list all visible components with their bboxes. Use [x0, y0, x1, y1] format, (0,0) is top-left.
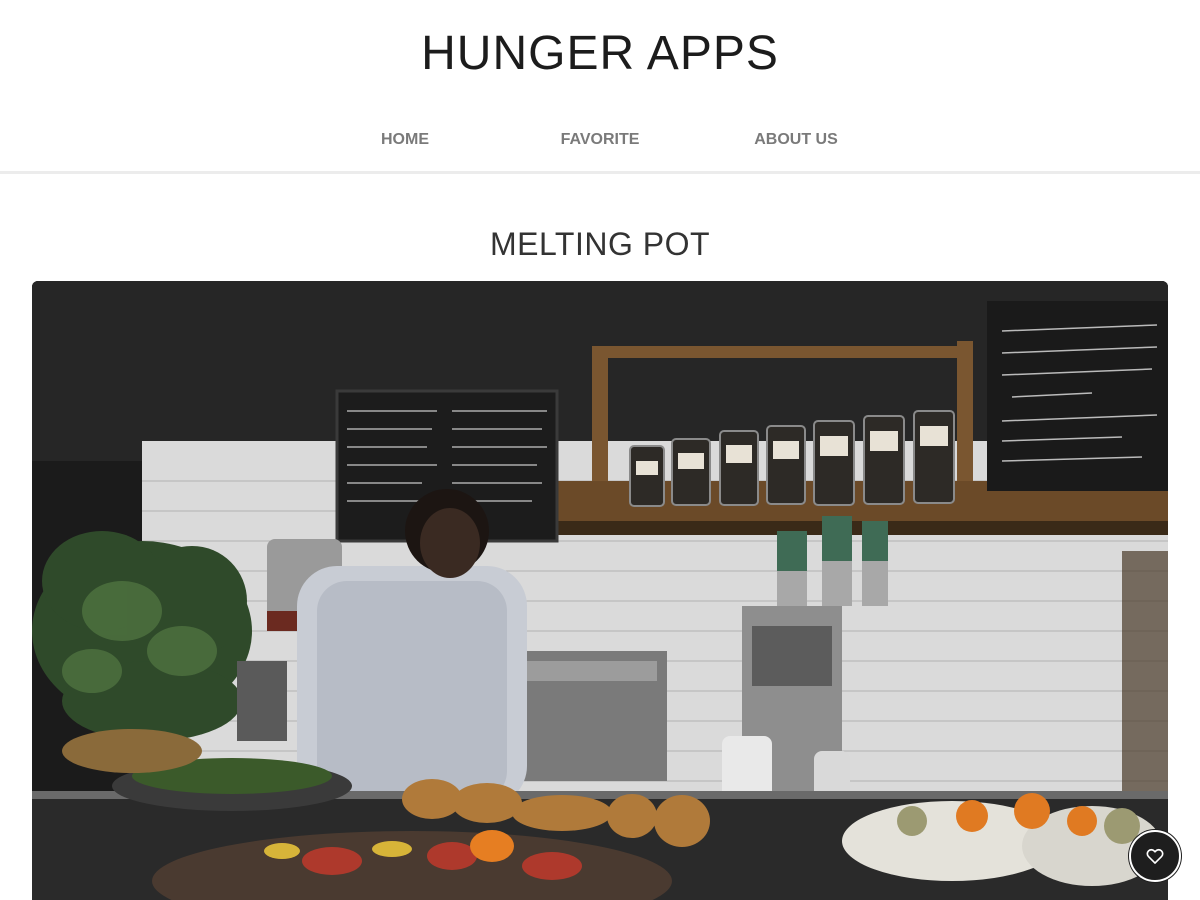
- nav-link-home[interactable]: HOME: [335, 126, 475, 154]
- nav-link-about-us[interactable]: ABOUT US: [726, 126, 866, 154]
- cafe-kitchen-illustration: [32, 281, 1168, 900]
- heart-outline-icon: [1146, 848, 1164, 864]
- app-title: HUNGER APPS: [421, 27, 779, 80]
- restaurant-name: MELTING POT: [489, 226, 711, 262]
- restaurant-image: [32, 281, 1168, 900]
- favorite-button[interactable]: [1129, 830, 1181, 882]
- app-header: HUNGER APPS HOME FAVORITE ABOUT US: [0, 0, 1200, 174]
- main-nav: HOME FAVORITE ABOUT US: [0, 126, 1200, 154]
- nav-link-favorite[interactable]: FAVORITE: [530, 126, 670, 154]
